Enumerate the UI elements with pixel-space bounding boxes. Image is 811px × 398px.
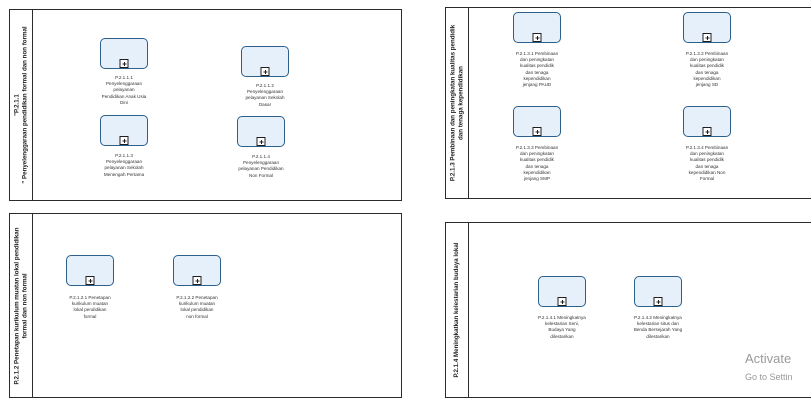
collapsed-subprocess-plus-icon: [119, 136, 129, 145]
subprocess-task[interactable]: [538, 276, 586, 307]
pool-label-text: P.2.1.2 Penetapan kurikulum muatan lokal…: [13, 226, 28, 385]
subprocess-task[interactable]: [683, 106, 731, 137]
task-label: P.2.1.3.1 Pembinaan dan peningkatan kual…: [515, 51, 559, 87]
task-label: P.2.1.1.2 Penyelenggaraan pelayanan Seko…: [245, 83, 285, 107]
subprocess-task[interactable]: [683, 12, 731, 43]
subprocess-task[interactable]: [100, 115, 148, 146]
pool-label: "P.2.1.1 " Penyelenggaraan pendidikan fo…: [10, 10, 33, 200]
collapsed-subprocess-plus-icon: [557, 297, 567, 306]
subprocess-task[interactable]: [237, 116, 285, 147]
collapsed-subprocess-plus-icon: [260, 67, 270, 76]
task-label: P.2.1.4.1 Meningkatnya kelestarian Seni,…: [538, 315, 586, 339]
collapsed-subprocess-plus-icon: [192, 276, 202, 285]
collapsed-subprocess-plus-icon: [256, 137, 266, 146]
task-label: P.2.1.3.4 Pembinaan dan peningkatan kual…: [685, 145, 729, 181]
pool-p2-1-1: "P.2.1.1 " Penyelenggaraan pendidikan fo…: [9, 9, 402, 201]
subprocess-task[interactable]: [100, 38, 148, 69]
collapsed-subprocess-plus-icon: [702, 127, 712, 136]
activate-windows-watermark: Activate: [745, 351, 792, 366]
task-label: P.2.1.1.4 Penyelenggaraan pelayanan Pend…: [238, 154, 284, 178]
collapsed-subprocess-plus-icon: [532, 33, 542, 42]
collapsed-subprocess-plus-icon: [85, 276, 95, 285]
subprocess-task[interactable]: [513, 106, 561, 137]
task-label: P.2.1.2.2 Penetapan kurikulum muatan lok…: [176, 295, 218, 319]
collapsed-subprocess-plus-icon: [702, 33, 712, 42]
collapsed-subprocess-plus-icon: [119, 59, 129, 68]
collapsed-subprocess-plus-icon: [532, 127, 542, 136]
pool-label-text: "P.2.1.1 " Penyelenggaraan pendidikan fo…: [13, 26, 28, 184]
subprocess-task[interactable]: [66, 255, 114, 286]
task-label: P.2.1.2.1 Penetapan kurikulum muatan lok…: [69, 295, 111, 319]
task-label: P.2.1.4.2 Meningkatnya kelestarian situs…: [633, 315, 683, 339]
subprocess-task[interactable]: [513, 12, 561, 43]
subprocess-task[interactable]: [634, 276, 682, 307]
task-label: P.2.1.1.1 Penyelenggaraan pelayanan Pend…: [101, 75, 147, 105]
task-label: P.2.1.1.3 Penyelenggaraan pelayanan Seko…: [103, 153, 145, 177]
pool-label: P.2.1.3 Pembinaan dan peningkatan kualit…: [446, 8, 469, 198]
task-label: P.2.1.3.2 Pembinaan dan peningkatan kual…: [685, 51, 729, 87]
subprocess-task[interactable]: [241, 46, 289, 77]
activate-windows-watermark-subtitle: Go to Settin: [745, 372, 793, 382]
pool-label-text: P.2.1.3 Pembinaan dan peningkatan kualit…: [449, 24, 464, 182]
pool-label: P.2.1.4 Meningkatkan kelestarian budaya …: [446, 223, 469, 397]
task-label: P.2.1.3.3 Pembinaan dan peningkatan kual…: [515, 145, 559, 181]
collapsed-subprocess-plus-icon: [653, 297, 663, 306]
pool-p2-1-3: P.2.1.3 Pembinaan dan peningkatan kualit…: [445, 7, 811, 199]
pool-label-text: P.2.1.4 Meningkatkan kelestarian budaya …: [453, 242, 461, 378]
subprocess-task[interactable]: [173, 255, 221, 286]
pool-p2-1-2: P.2.1.2 Penetapan kurikulum muatan lokal…: [9, 213, 402, 398]
pool-label: P.2.1.2 Penetapan kurikulum muatan lokal…: [10, 214, 33, 397]
